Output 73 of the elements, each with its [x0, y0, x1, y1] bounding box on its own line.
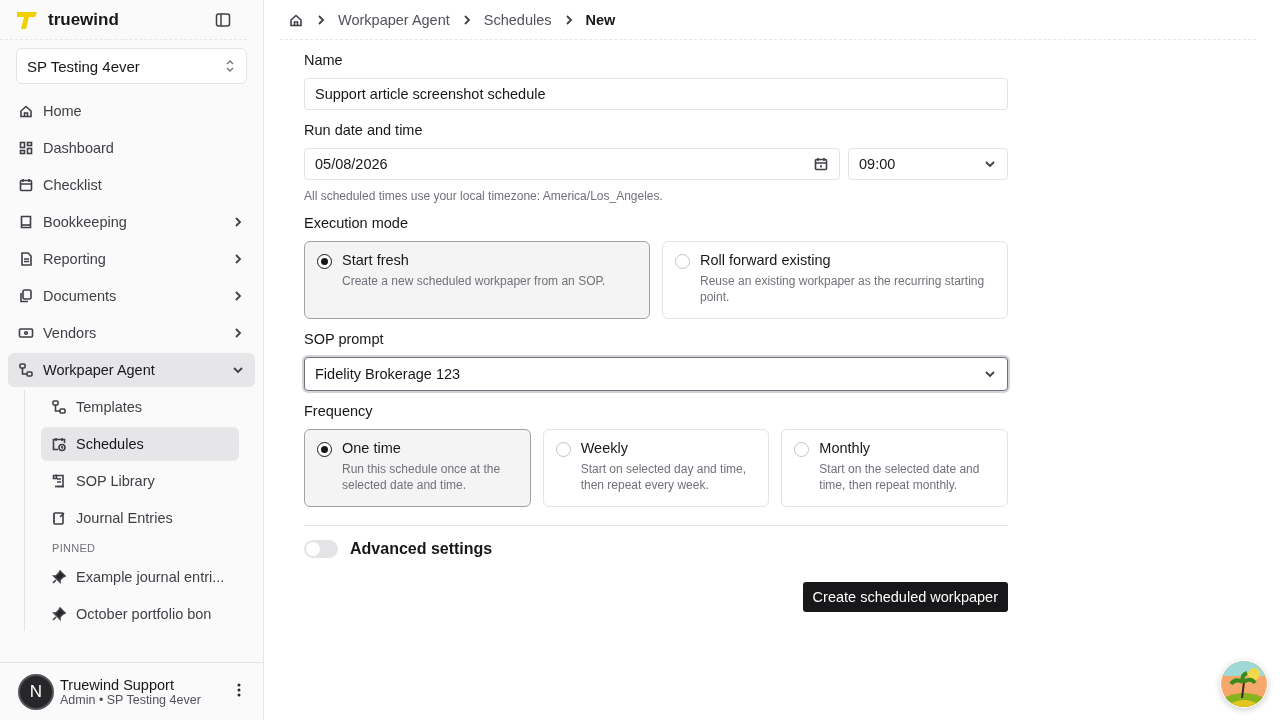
user-name: Truewind Support: [60, 676, 175, 693]
breadcrumb-current: New: [585, 11, 616, 28]
nav-item[interactable]: Home: [8, 94, 255, 128]
breadcrumb-link[interactable]: Schedules: [483, 11, 552, 28]
scroll-icon: [51, 473, 67, 489]
breadcrumb-link[interactable]: Workpaper Agent: [338, 11, 450, 28]
card-icon: [18, 325, 34, 341]
pin-icon: [51, 569, 67, 585]
time-select[interactable]: 09:00: [848, 148, 1008, 180]
option-card[interactable]: One time Run this schedule once at the selected date and time.: [304, 429, 531, 507]
calendar-icon: [18, 177, 34, 193]
option-description: Reuse an existing workpaper as the recurring starting point.: [700, 273, 986, 305]
sop-select[interactable]: Fidelity Brokerage 123: [304, 357, 1008, 391]
nav-subitem[interactable]: Journal Entries: [41, 501, 239, 535]
toggle-switch[interactable]: [304, 540, 338, 558]
pinned-item[interactable]: October portfolio bon: [41, 597, 239, 631]
field-label: Frequency: [304, 403, 374, 419]
nav-item[interactable]: Vendors: [8, 316, 255, 350]
nav-subitem[interactable]: SOP Library: [41, 464, 239, 498]
nav-item[interactable]: Checklist: [8, 168, 255, 202]
pinned-item[interactable]: Example journal entri...: [41, 560, 239, 594]
sidebar-toggle-icon[interactable]: [215, 11, 231, 28]
workspace-selector[interactable]: SP Testing 4ever: [16, 48, 247, 84]
date-field[interactable]: 05/08/2026: [304, 148, 840, 180]
section-label: Advanced settings: [350, 540, 493, 558]
flow-icon: [18, 362, 34, 378]
grid-icon: [18, 140, 34, 156]
radio-button[interactable]: [317, 254, 332, 269]
pin-icon: [51, 606, 67, 622]
option-card[interactable]: Roll forward existing Reuse an existing workpaper as the recurring starting point.: [662, 241, 1008, 319]
flow-icon: [51, 399, 67, 415]
logo-icon: [16, 9, 38, 30]
name-field[interactable]: Support article screenshot schedule: [304, 78, 1008, 110]
option-card[interactable]: Monthly Start on the selected date and time, then repeat monthly.: [781, 429, 1008, 507]
nav-item[interactable]: Workpaper Agent: [8, 353, 255, 387]
kebab-icon: [237, 683, 241, 697]
up-down-chevron-icon: [224, 59, 236, 73]
field-label: Run date and time: [304, 122, 424, 138]
option-card[interactable]: Start fresh Create a new scheduled workpaper from an SOP.: [304, 241, 650, 319]
home-icon: [18, 103, 34, 119]
option-card[interactable]: Weekly Start on selected day and time, then repeat every week.: [542, 429, 770, 507]
book-icon: [18, 214, 34, 230]
document-icon: [18, 251, 34, 267]
field-label: SOP prompt: [304, 331, 385, 347]
notebook-icon: [51, 510, 67, 526]
nav-item[interactable]: Reporting: [8, 242, 255, 276]
option-title: Weekly: [580, 440, 629, 456]
option-description: Start on the selected date and time, then repeat monthly.: [819, 461, 981, 493]
user-avatar: N: [18, 673, 54, 710]
nav-subitem[interactable]: Templates: [41, 390, 239, 424]
documents-icon: [18, 288, 34, 304]
calendar-clock-icon: [51, 436, 67, 452]
brand-name: truewind: [48, 9, 120, 30]
field-label: Name: [304, 52, 344, 68]
option-title: Monthly: [819, 440, 872, 456]
timezone-hint: All scheduled times use your local timezone: America/Los_Angeles.: [304, 189, 664, 203]
calendar-icon[interactable]: [813, 156, 829, 172]
field-label: Execution mode: [304, 215, 409, 231]
option-title: One time: [342, 440, 402, 456]
radio-button[interactable]: [317, 442, 332, 457]
beach-avatar-button[interactable]: [1220, 660, 1268, 708]
nav-item[interactable]: Bookkeeping: [8, 205, 255, 239]
create-button[interactable]: Create scheduled workpaper: [802, 582, 1008, 612]
option-title: Start fresh: [342, 252, 410, 268]
nav-item[interactable]: Documents: [8, 279, 255, 313]
option-description: Create a new scheduled workpaper from an SOP.: [342, 273, 606, 289]
nav-item[interactable]: Dashboard: [8, 131, 255, 165]
option-description: Run this schedule once at the selected date and time.: [342, 461, 502, 493]
option-description: Start on selected day and time, then repeat every week.: [580, 461, 748, 493]
option-title: Roll forward existing: [700, 252, 832, 268]
user-role: Admin • SP Testing 4ever: [60, 692, 202, 707]
nav-subitem[interactable]: Schedules: [41, 427, 239, 461]
section-heading: PINNED: [51, 541, 97, 556]
